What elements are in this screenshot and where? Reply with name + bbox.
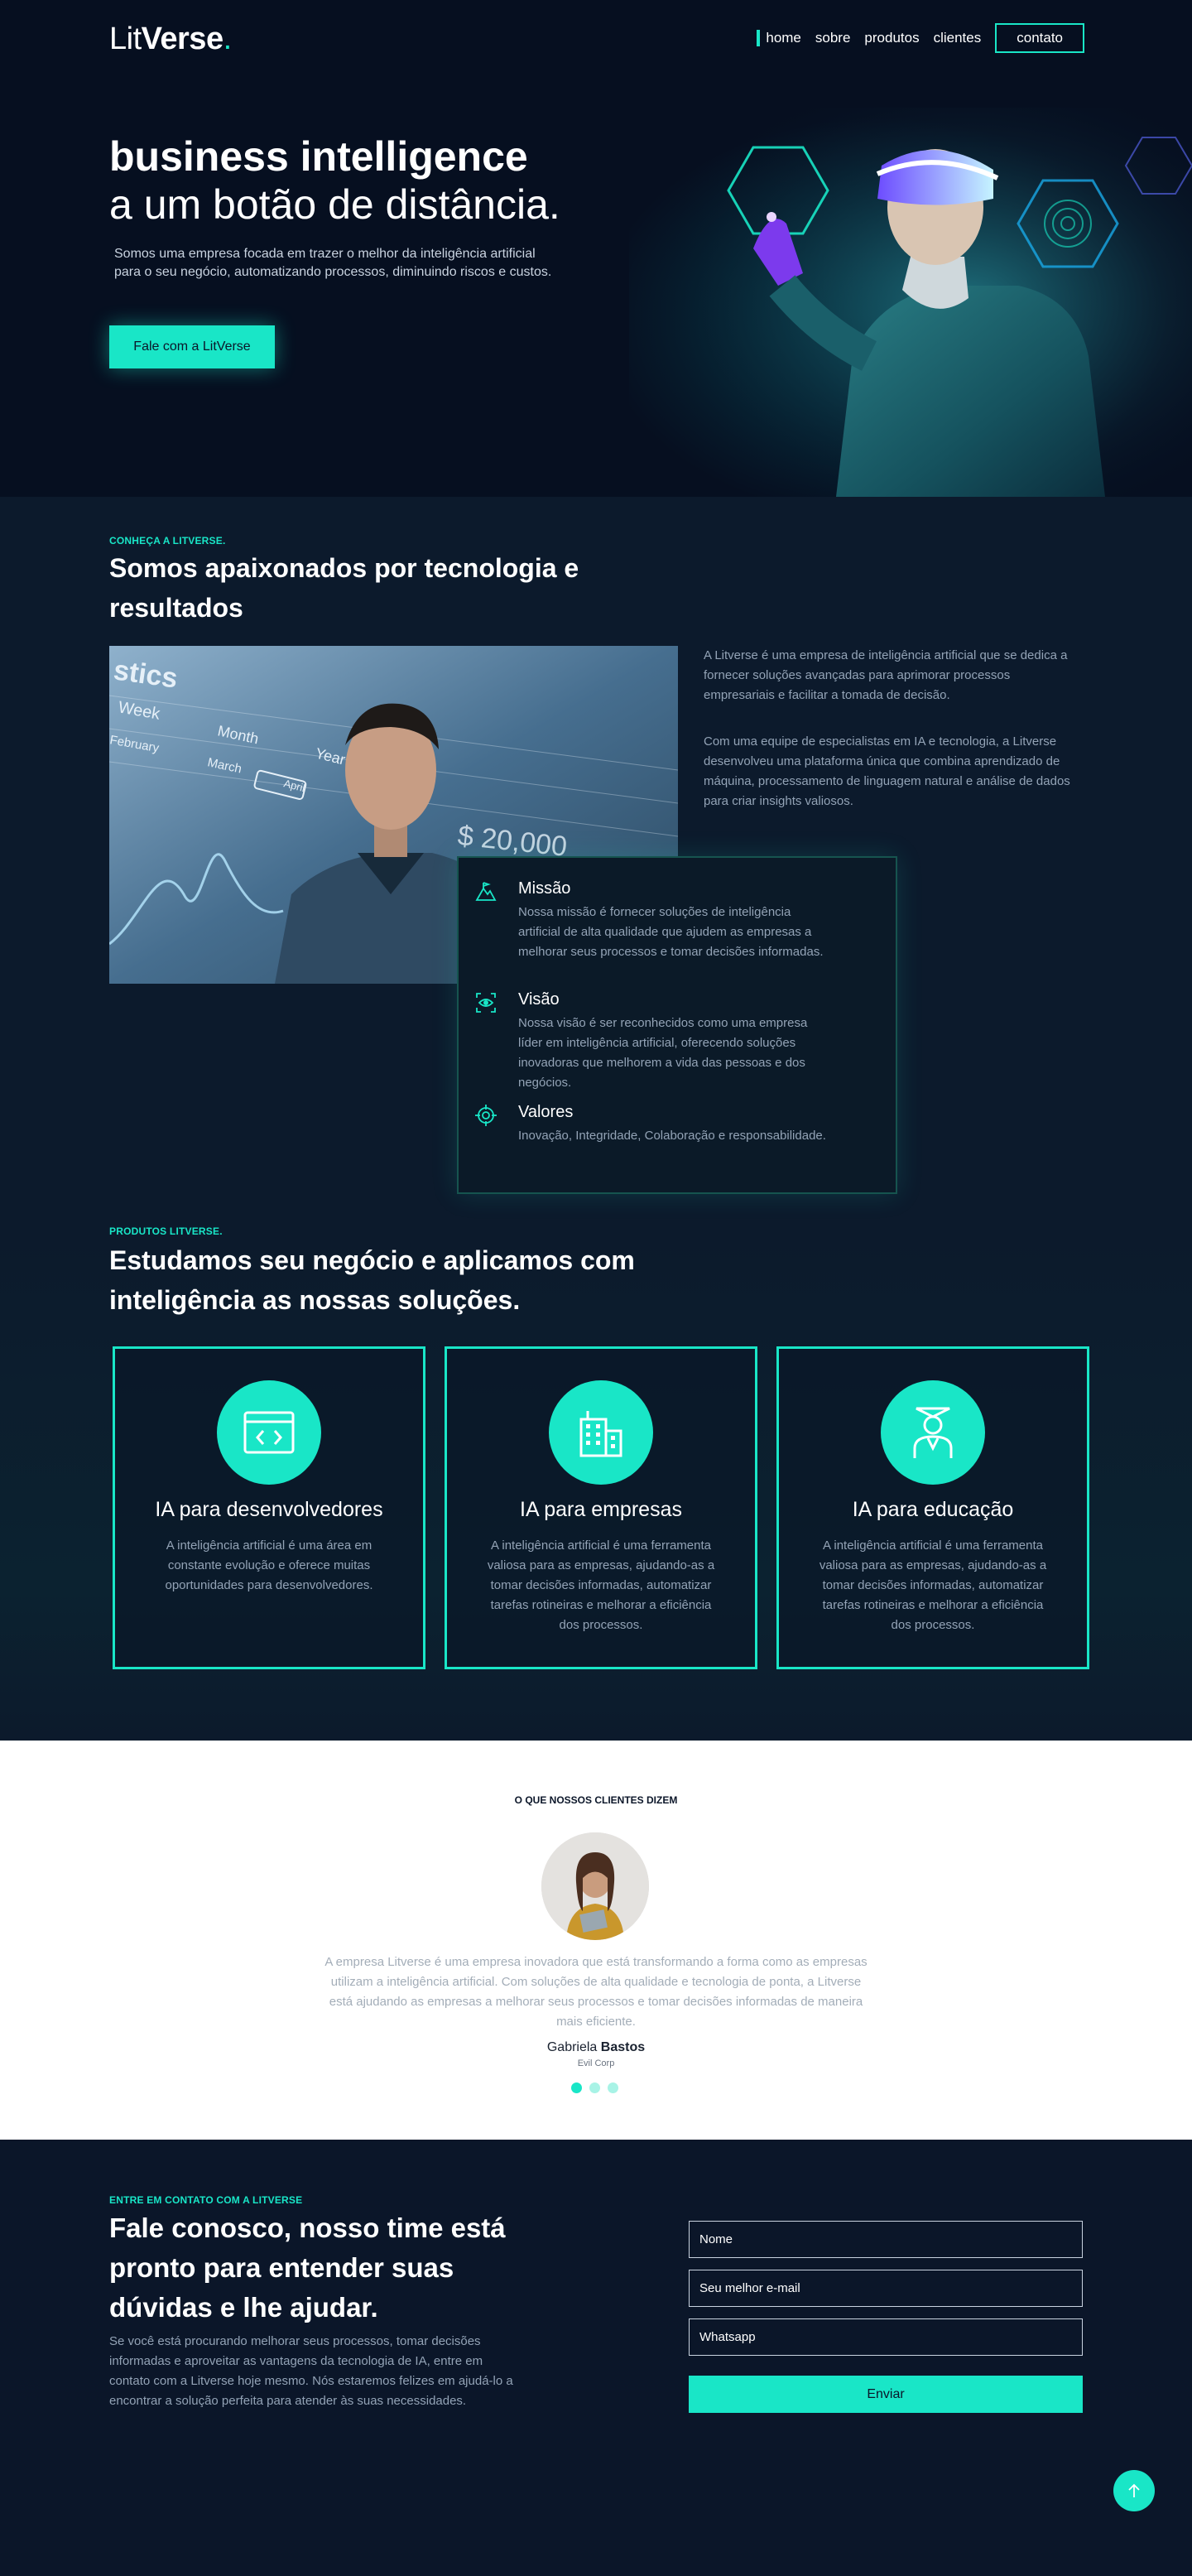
contact-section: ENTRE EM CONTATO COM A LITVERSE Fale con…	[0, 2140, 1192, 2576]
product-card-companies[interactable]: IA para empresas A inteligência artifici…	[445, 1346, 757, 1669]
graduate-icon	[881, 1380, 985, 1485]
product-title: IA para educação	[852, 1498, 1014, 1521]
carousel-dot-2[interactable]	[589, 2082, 600, 2093]
product-card-developers[interactable]: IA para desenvolvedores A inteligência a…	[113, 1346, 425, 1669]
carousel-dot-1[interactable]	[571, 2082, 582, 2093]
hero-title-bold: business intelligence	[109, 133, 528, 180]
mission-vision-values-box: Missão Nossa missão é fornecer soluções …	[457, 856, 897, 1194]
contact-description: Se você está procurando melhorar seus pr…	[109, 2334, 513, 2408]
product-title: IA para empresas	[520, 1498, 682, 1521]
page: LitVerse. home sobre produtos clientes c…	[0, 0, 1192, 2576]
products-section: PRODUTOS LITVERSE. Estudamos seu negócio…	[0, 1225, 1192, 1741]
contact-eyebrow: ENTRE EM CONTATO COM A LITVERSE	[109, 2194, 303, 2206]
code-window-icon	[217, 1380, 321, 1485]
name-field[interactable]	[689, 2221, 1083, 2258]
mission-title: Missão	[518, 879, 571, 898]
values-title: Valores	[518, 1103, 574, 1121]
product-description: A inteligência artificial é uma ferramen…	[819, 1538, 1047, 1632]
testimonial-eyebrow: O QUE NOSSOS CLIENTES DIZEM	[514, 1794, 678, 1806]
vr-person-image	[629, 108, 1192, 497]
logo-light: Lit	[109, 22, 142, 56]
hero-title-light: a um botão de distância.	[109, 181, 560, 228]
vision-text: Nossa visão é ser reconhecidos como uma …	[518, 1016, 808, 1090]
product-title: IA para desenvolvedores	[155, 1498, 383, 1521]
mountain-flag-icon	[475, 882, 497, 901]
about-paragraph-2: Com uma equipe de especialistas em IA e …	[704, 734, 1070, 808]
hero-section: LitVerse. home sobre produtos clientes c…	[0, 0, 1192, 497]
product-description: A inteligência artificial é uma ferramen…	[487, 1538, 715, 1632]
carousel-dot-3[interactable]	[608, 2082, 618, 2093]
testimonial-quote: A empresa Litverse é uma empresa inovado…	[324, 1955, 868, 2029]
logo[interactable]: LitVerse.	[109, 22, 232, 57]
author-first-name: Gabriela	[546, 2040, 598, 2054]
hero-description: Somos uma empresa focada em trazer o mel…	[114, 247, 552, 279]
email-field[interactable]	[689, 2270, 1083, 2307]
products-eyebrow: PRODUTOS LITVERSE.	[109, 1225, 223, 1237]
about-title: Somos apaixonados por tecnologia e resul…	[109, 553, 579, 623]
logo-bold: Verse	[141, 22, 223, 56]
testimonial-company: Evil Corp	[577, 2058, 615, 2068]
logo-dot: .	[223, 22, 233, 56]
product-description: A inteligência artificial é uma área em …	[165, 1538, 373, 1592]
arrow-up-icon	[1128, 2483, 1140, 2497]
eye-scan-icon	[476, 993, 496, 1013]
whatsapp-field[interactable]	[689, 2318, 1083, 2356]
testimonial-section: O QUE NOSSOS CLIENTES DIZEM A empresa Li…	[0, 1741, 1192, 2140]
hero-title: business intelligence a um botão de dist…	[109, 132, 639, 229]
buildings-icon	[549, 1380, 653, 1485]
testimonial-author: Gabriela Bastos	[0, 2040, 1192, 2055]
main-nav: home sobre produtos clientes contato	[757, 23, 1084, 53]
about-paragraph-1: A Litverse é uma empresa de inteligência…	[704, 648, 1068, 702]
back-to-top-button[interactable]	[1113, 2470, 1155, 2511]
vision-title: Visão	[518, 990, 560, 1009]
nav-clients[interactable]: clientes	[934, 30, 982, 46]
about-eyebrow: CONHEÇA A LITVERSE.	[109, 535, 226, 546]
contact-title: Fale conosco, nosso time está pronto par…	[109, 2212, 506, 2323]
values-text: Inovação, Integridade, Colaboração e res…	[518, 1129, 826, 1143]
nav-products[interactable]: produtos	[864, 30, 919, 46]
products-title: Estudamos seu negócio e aplicamos com in…	[109, 1245, 635, 1315]
hero-cta-button[interactable]: Fale com a LitVerse	[109, 325, 275, 368]
nav-about[interactable]: sobre	[815, 30, 851, 46]
target-icon	[475, 1105, 497, 1126]
nav-home[interactable]: home	[757, 30, 801, 46]
carousel-dots	[571, 2082, 626, 2093]
author-last-name: Bastos	[600, 2040, 646, 2054]
send-button[interactable]: Enviar	[689, 2376, 1083, 2413]
avatar	[541, 1832, 649, 1940]
nav-contact-button[interactable]: contato	[995, 23, 1084, 53]
product-card-education[interactable]: IA para educação A inteligência artifici…	[776, 1346, 1089, 1669]
about-section: CONHEÇA A LITVERSE. Somos apaixonados po…	[0, 497, 1192, 1225]
mission-text: Nossa missão é fornecer soluções de inte…	[518, 905, 824, 959]
